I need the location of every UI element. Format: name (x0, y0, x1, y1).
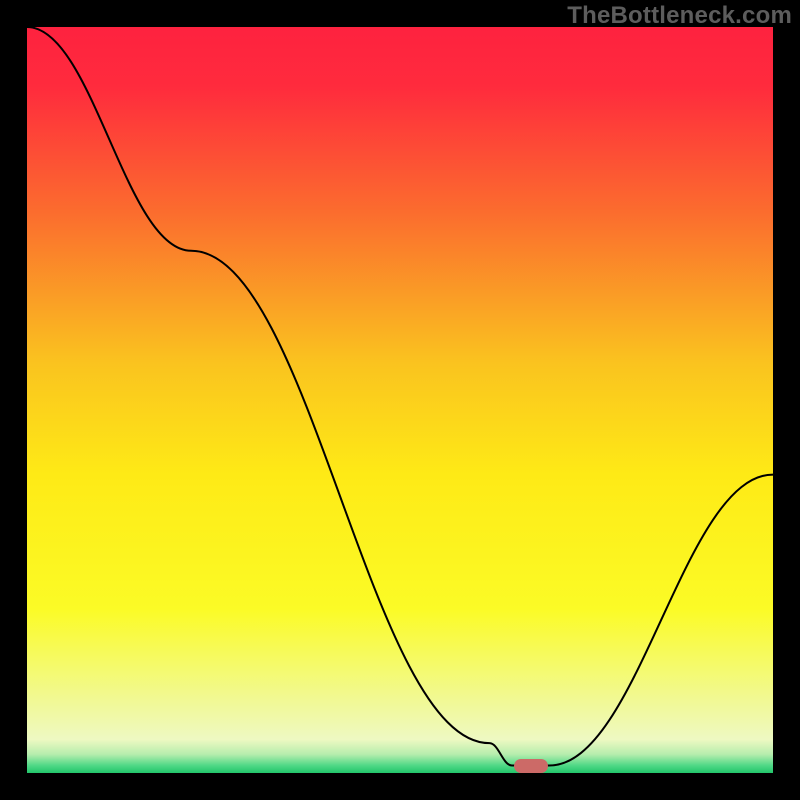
watermark-text: TheBottleneck.com (567, 2, 792, 30)
chart-frame: TheBottleneck.com (0, 0, 800, 800)
plot-area (27, 27, 773, 773)
gradient-background (27, 27, 773, 773)
optimal-marker (514, 759, 548, 773)
